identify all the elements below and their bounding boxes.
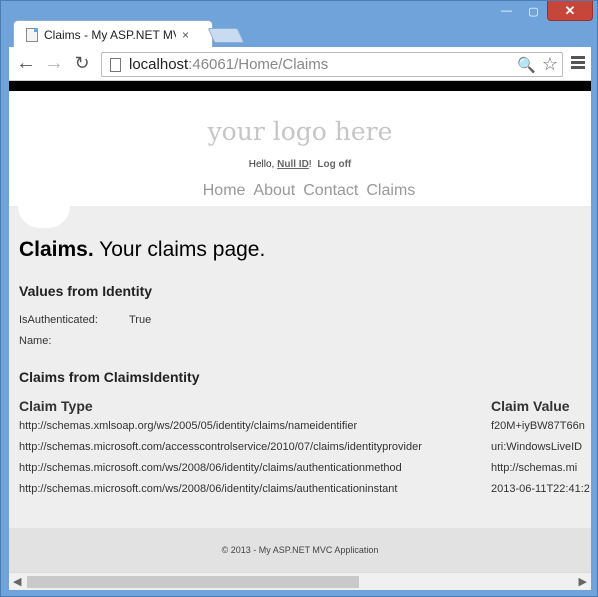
claim-type-cell: http://schemas.microsoft.com/accesscontr…: [19, 441, 422, 453]
nav-claims[interactable]: Claims: [366, 182, 415, 200]
site-nav: Home About Contact Claims: [9, 182, 591, 200]
site-footer: © 2013 - My ASP.NET MVC Application: [9, 528, 591, 572]
site-header: your logo here Hello, Null ID! Log off H…: [9, 91, 591, 206]
page-title-bold: Claims.: [19, 238, 94, 261]
browser-tab[interactable]: Claims - My ASP.NET MVC ×: [13, 20, 213, 48]
close-window-button[interactable]: ✕: [547, 1, 593, 21]
scroll-right-icon[interactable]: ▶: [579, 575, 587, 588]
zoom-icon[interactable]: 🔍: [517, 56, 536, 74]
claim-type-cell: http://schemas.xmlsoap.org/ws/2005/05/id…: [19, 420, 358, 432]
document-icon: [110, 57, 121, 72]
url-text: localhost:46061/Home/Claims: [129, 56, 328, 73]
horizontal-scrollbar[interactable]: ◀ ▶: [9, 572, 591, 590]
claim-value-cell: f20M+iyBW87T66n: [491, 420, 585, 432]
claim-value-header: Claim Value: [491, 398, 570, 414]
identity-heading: Values from Identity: [19, 283, 153, 299]
claims-heading: Claims from ClaimsIdentity: [19, 369, 200, 385]
logoff-link[interactable]: Log off: [317, 159, 351, 170]
reload-icon[interactable]: ↻: [71, 53, 93, 75]
title-bar: — ▢ ✕ Claims - My ASP.NET MVC ×: [1, 1, 598, 48]
minimize-button[interactable]: —: [493, 1, 520, 21]
url-host: localhost: [129, 56, 189, 73]
browser-window: — ▢ ✕ Claims - My ASP.NET MVC × ← → ↻ lo…: [0, 0, 598, 597]
bookmark-star-icon[interactable]: ☆: [542, 54, 558, 75]
site-logo[interactable]: your logo here: [9, 117, 591, 146]
nav-home[interactable]: Home: [203, 182, 246, 200]
back-arrow-icon[interactable]: ←: [15, 53, 37, 75]
scrollbar-thumb[interactable]: [27, 576, 359, 588]
is-authenticated-value: True: [129, 314, 152, 326]
browser-toolbar: ← → ↻ localhost:46061/Home/Claims 🔍 ☆: [9, 47, 591, 81]
name-row: Name:: [19, 335, 51, 347]
new-tab-button[interactable]: [207, 28, 245, 43]
scroll-left-icon[interactable]: ◀: [13, 575, 21, 588]
claim-type-header: Claim Type: [19, 398, 93, 414]
nav-contact[interactable]: Contact: [303, 182, 358, 200]
claim-type-cell: http://schemas.microsoft.com/ws/2008/06/…: [19, 462, 402, 474]
address-bar[interactable]: localhost:46061/Home/Claims 🔍 ☆: [101, 52, 563, 77]
window-controls: — ▢ ✕: [493, 1, 593, 21]
forward-arrow-icon[interactable]: →: [43, 53, 65, 75]
claim-value-cell: 2013-06-11T22:41:2: [491, 483, 590, 495]
hello-text: Hello,: [248, 159, 278, 170]
login-partial: Hello, Null ID! Log off: [9, 159, 591, 170]
claim-value-cell: uri:WindowsLiveID: [491, 441, 583, 453]
user-link[interactable]: Null ID: [277, 159, 309, 170]
url-path: :46061/Home/Claims: [188, 56, 329, 73]
name-label: Name:: [19, 335, 52, 347]
hamburger-menu-icon[interactable]: [571, 56, 585, 71]
is-authenticated-row: IsAuthenticated: True: [19, 314, 151, 326]
page-title: Claims. Your claims page.: [19, 238, 265, 262]
tab-close-icon[interactable]: ×: [182, 28, 189, 42]
page-icon: [26, 27, 38, 42]
is-authenticated-label: IsAuthenticated:: [19, 314, 98, 326]
maximize-button[interactable]: ▢: [520, 1, 547, 21]
nav-about[interactable]: About: [253, 182, 295, 200]
page-title-rest: Your claims page.: [93, 238, 266, 261]
claim-value-cell: http://schemas.mi: [491, 462, 578, 474]
tab-title: Claims - My ASP.NET MVC: [44, 27, 176, 42]
top-black-bar: [9, 81, 591, 91]
page-viewport: your logo here Hello, Null ID! Log off H…: [9, 81, 591, 590]
exclaim-text: !: [308, 159, 312, 170]
claim-type-cell: http://schemas.microsoft.com/ws/2008/06/…: [19, 483, 398, 495]
